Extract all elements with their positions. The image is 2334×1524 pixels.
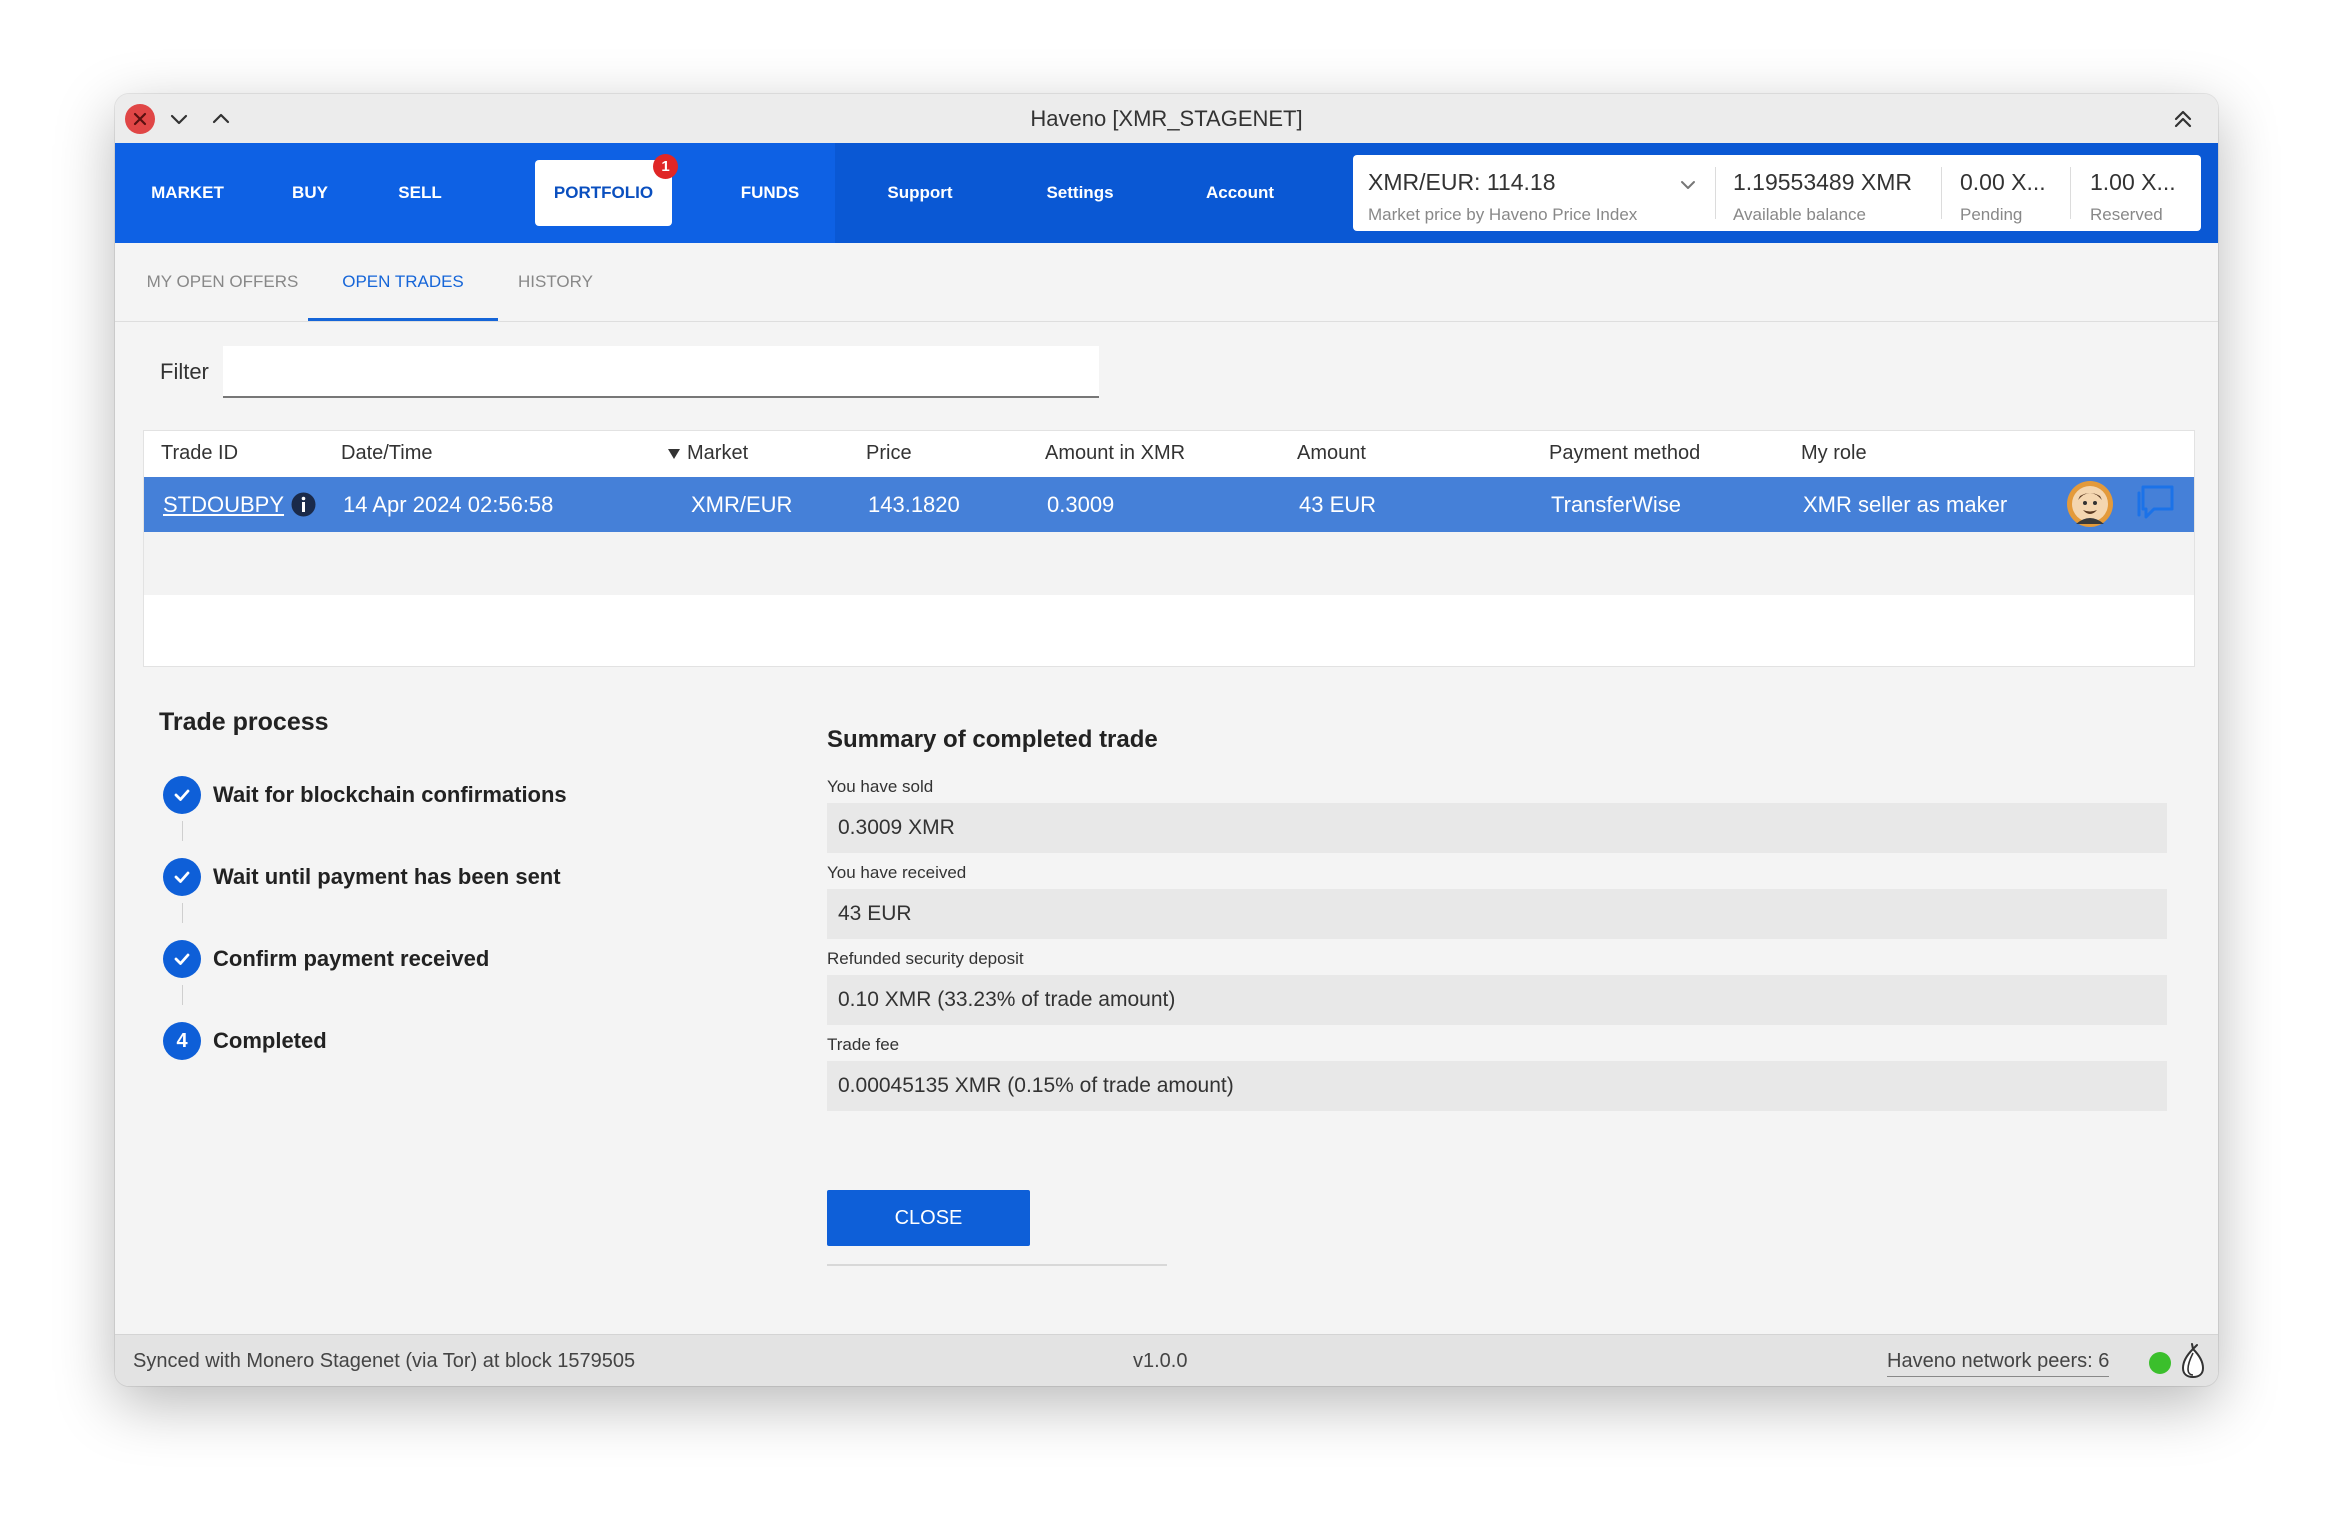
subtab-my-open-offers[interactable]: MY OPEN OFFERS <box>125 243 320 321</box>
shade-window-button[interactable] <box>2168 104 2198 134</box>
table-row[interactable]: STDOUBPY 14 Apr 2024 02:56:58 XMR/EUR 14… <box>144 477 2194 532</box>
check-icon <box>163 858 201 896</box>
sort-descending-icon <box>668 449 680 459</box>
notification-badge: 1 <box>653 154 678 179</box>
online-status-icon <box>2149 1352 2171 1374</box>
filter-input[interactable] <box>223 346 1099 398</box>
sync-status: Synced with Monero Stagenet (via Tor) at… <box>133 1350 636 1372</box>
window-title: Haveno [XMR_STAGENET] <box>1030 106 1303 131</box>
received-value: 43 EUR <box>827 889 2167 939</box>
check-icon <box>163 940 201 978</box>
column-header-price[interactable]: Price <box>866 431 912 476</box>
column-header-my-role[interactable]: My role <box>1801 431 1867 476</box>
close-button[interactable]: CLOSE <box>827 1190 1030 1246</box>
step-label: Wait until payment has been sent <box>213 864 561 889</box>
pending-balance-value: 0.00 X... <box>1960 169 2046 195</box>
open-trades-table: Trade ID Date/Time Market Price Amount i… <box>143 430 2195 667</box>
nav-tab-portfolio-label: PORTFOLIO <box>553 183 654 202</box>
tor-onion-icon[interactable] <box>2177 1343 2209 1379</box>
nav-tab-account[interactable]: Account <box>1165 143 1315 243</box>
received-label: You have received <box>827 863 967 882</box>
subtab-history[interactable]: HISTORY <box>498 243 613 321</box>
title-bar: Haveno [XMR_STAGENET] <box>115 94 2218 144</box>
security-deposit-label: Refunded security deposit <box>827 949 1024 968</box>
trade-price: 143.1820 <box>868 492 960 517</box>
nav-tab-settings[interactable]: Settings <box>1005 143 1155 243</box>
market-price-value: XMR/EUR: 114.18 <box>1368 169 1556 195</box>
double-chevron-up-icon <box>2174 110 2192 128</box>
app-version: v1.0.0 <box>1133 1350 1188 1372</box>
trade-amount: 43 EUR <box>1299 492 1377 517</box>
pending-balance-label: Pending <box>1960 205 2023 224</box>
security-deposit-value: 0.10 XMR (33.23% of trade amount) <box>827 975 2167 1025</box>
peer-avatar-icon[interactable] <box>2066 480 2114 528</box>
summary-title: Summary of completed trade <box>827 726 1158 753</box>
network-peers-link[interactable]: Haveno network peers: 6 <box>1887 1346 2110 1377</box>
trade-fee-value: 0.00045135 XMR (0.15% of trade amount) <box>827 1061 2167 1111</box>
column-header-market-label: Market <box>687 442 749 464</box>
nav-tab-funds[interactable]: FUNDS <box>705 143 835 243</box>
nav-tab-sell[interactable]: SELL <box>360 143 480 243</box>
app-window: Haveno [XMR_STAGENET] MARKET BUY SELL PO… <box>115 94 2218 1386</box>
filter-label: Filter <box>160 359 209 384</box>
portfolio-subtabs: MY OPEN OFFERS OPEN TRADES HISTORY <box>115 243 2218 322</box>
trade-payment-method: TransferWise <box>1551 492 1681 517</box>
table-row-empty <box>144 532 2194 595</box>
available-balance-label: Available balance <box>1733 205 1866 224</box>
reserved-balance-label: Reserved <box>2090 205 2163 224</box>
check-icon <box>163 776 201 814</box>
step-number: 4 <box>163 1022 201 1060</box>
step-label: Completed <box>213 1028 327 1053</box>
chevron-down-icon <box>1681 181 1695 189</box>
balance-panel: XMR/EUR: 114.18 Market price by Haveno P… <box>1353 155 2201 231</box>
nav-tab-market[interactable]: MARKET <box>115 143 260 243</box>
step-label: Wait for blockchain confirmations <box>213 782 567 807</box>
trade-amount-xmr: 0.3009 <box>1047 492 1115 517</box>
column-header-trade-id[interactable]: Trade ID <box>161 431 238 476</box>
nav-tab-support[interactable]: Support <box>845 143 995 243</box>
column-header-payment-method[interactable]: Payment method <box>1549 431 1700 476</box>
reserved-balance-value: 1.00 X... <box>2090 169 2176 195</box>
column-header-market[interactable]: Market <box>667 431 748 476</box>
column-header-amount[interactable]: Amount <box>1297 431 1366 476</box>
trade-datetime: 14 Apr 2024 02:56:58 <box>343 492 554 517</box>
trade-process-title: Trade process <box>159 708 329 736</box>
nav-tab-portfolio[interactable]: PORTFOLIO 1 <box>535 154 678 226</box>
nav-tab-buy[interactable]: BUY <box>260 143 360 243</box>
step-label: Confirm payment received <box>213 946 490 971</box>
reserved-balance: 1.00 X... Reserved <box>2090 155 2190 231</box>
chat-icon[interactable] <box>2134 481 2178 525</box>
market-price-selector[interactable]: XMR/EUR: 114.18 Market price by Haveno P… <box>1368 155 1708 231</box>
column-header-datetime[interactable]: Date/Time <box>341 431 433 476</box>
status-bar: Synced with Monero Stagenet (via Tor) at… <box>115 1334 2218 1386</box>
trade-fee-label: Trade fee <box>827 1035 900 1054</box>
divider <box>827 1264 1167 1266</box>
sold-label: You have sold <box>827 777 934 796</box>
available-balance: 1.19553489 XMR Available balance <box>1733 155 1933 231</box>
subtab-open-trades[interactable]: OPEN TRADES <box>308 243 498 321</box>
info-icon[interactable] <box>291 492 316 517</box>
available-balance-value: 1.19553489 XMR <box>1733 169 1913 195</box>
column-header-amount-xmr[interactable]: Amount in XMR <box>1045 431 1185 476</box>
trade-role: XMR seller as maker <box>1803 492 2008 517</box>
market-price-label: Market price by Haveno Price Index <box>1368 205 1638 224</box>
trade-market: XMR/EUR <box>691 492 793 517</box>
pending-balance: 0.00 X... Pending <box>1960 155 2060 231</box>
trade-id-link[interactable]: STDOUBPY <box>163 477 284 532</box>
main-nav: MARKET BUY SELL PORTFOLIO 1 FUNDS Suppor… <box>115 143 2218 243</box>
sold-value: 0.3009 XMR <box>827 803 2167 853</box>
